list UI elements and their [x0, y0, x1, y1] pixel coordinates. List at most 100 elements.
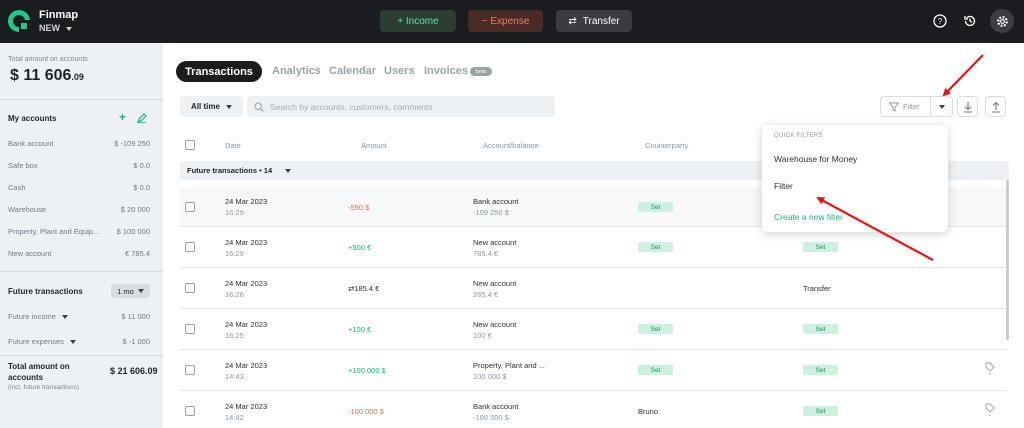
account-row[interactable]: New account € 785.4: [8, 249, 150, 263]
header-amount[interactable]: Amount: [361, 141, 387, 150]
account-value: $ 100 000: [116, 227, 150, 236]
select-all-checkbox[interactable]: [185, 140, 195, 150]
total-main: $ 11 606: [10, 67, 72, 84]
account-name: Cash: [8, 183, 26, 192]
transfer-button[interactable]: ⇄ Transfer: [556, 10, 632, 32]
account-value: $ 0.0: [133, 183, 150, 192]
menu-item-warehouse-for-money[interactable]: Warehouse for Money: [774, 154, 857, 164]
account-text: Bank account: [473, 402, 519, 411]
total-future-value: $ 21 606.09: [110, 366, 158, 376]
balance-text: -108 500 $: [473, 413, 509, 422]
menu-item-filter[interactable]: Filter: [774, 181, 793, 191]
row-checkbox[interactable]: [185, 283, 195, 293]
account-text: New account: [473, 238, 517, 247]
header-counterparty[interactable]: Counterparty: [645, 141, 688, 150]
row-checkbox[interactable]: [185, 242, 195, 252]
header-account[interactable]: Account/balance: [483, 141, 538, 150]
row-category: Transfer: [803, 284, 831, 293]
tab-analytics[interactable]: Analytics: [272, 65, 321, 77]
divider: [0, 271, 163, 272]
export-button[interactable]: [985, 96, 1006, 117]
table-row[interactable]: [180, 227, 1007, 268]
future-expenses-label: Future expenses: [8, 337, 64, 346]
row-checkbox[interactable]: [185, 324, 195, 334]
tab-transactions[interactable]: Transactions: [176, 61, 262, 82]
brand-name: Finmap: [39, 9, 79, 21]
filter-button-group: Filter: [880, 96, 953, 117]
counterparty-set-button[interactable]: Set: [638, 242, 673, 252]
tab-users[interactable]: Users: [384, 65, 415, 77]
account-name: New account: [8, 249, 52, 258]
my-accounts-heading: My accounts: [8, 114, 57, 123]
edit-icon[interactable]: [137, 113, 147, 123]
account-text: Bank account: [473, 197, 519, 206]
arrow-to-filter-dropdown: [942, 54, 984, 97]
expense-button[interactable]: − Expense: [468, 10, 543, 32]
table-row[interactable]: [180, 309, 1007, 350]
history-icon[interactable]: [960, 11, 980, 31]
category-set-button[interactable]: Set: [803, 406, 838, 416]
row-account: Bank account -109 250 $: [473, 196, 518, 218]
account-row[interactable]: Property, Plant and Equip... $ 100 000: [8, 227, 150, 241]
finmap-logo-icon[interactable]: [7, 9, 31, 33]
search-input[interactable]: [270, 101, 550, 112]
counterparty-set-button[interactable]: Set: [638, 365, 673, 375]
table-row[interactable]: [180, 391, 1007, 428]
period-dropdown[interactable]: All time: [180, 96, 243, 117]
row-amount: ⇄185.4 €: [348, 284, 380, 293]
divider: [0, 355, 163, 356]
row-account: Property, Plant and ... 100 000 $: [473, 360, 545, 382]
date-text: 24 Mar 2023: [225, 402, 268, 411]
time-text: 16:26: [225, 290, 244, 299]
tag-icon[interactable]: [985, 403, 995, 417]
category-set-button[interactable]: Set: [803, 365, 838, 375]
table-row[interactable]: [180, 350, 1007, 391]
filter-dropdown-toggle[interactable]: [931, 104, 952, 109]
import-button[interactable]: [957, 96, 978, 117]
total-future-label: Total amount on accounts: [8, 362, 70, 382]
account-text: Property, Plant and ...: [473, 361, 545, 370]
workspace-selector[interactable]: NEW: [39, 23, 72, 33]
period-select[interactable]: 1 mo: [111, 284, 150, 298]
account-row[interactable]: Cash $ 0.0: [8, 183, 150, 197]
add-account-icon[interactable]: +: [119, 110, 126, 124]
account-value: $ -109 250: [114, 139, 150, 148]
filter-button[interactable]: Filter: [881, 97, 931, 116]
row-checkbox[interactable]: [185, 406, 195, 416]
table-row[interactable]: [180, 268, 1007, 309]
upload-icon: [991, 101, 1000, 113]
account-name: Warehouse: [8, 205, 47, 214]
account-value: $ 20 000: [120, 205, 150, 214]
row-checkbox[interactable]: [185, 202, 195, 212]
period-label: All time: [191, 102, 220, 111]
row-checkbox[interactable]: [185, 365, 195, 375]
category-set-button[interactable]: Set: [803, 242, 838, 252]
income-button[interactable]: + Income: [380, 10, 456, 32]
chevron-down-icon: [938, 104, 945, 109]
table-scrollbar[interactable]: [1006, 180, 1009, 340]
time-text: 14:43: [225, 372, 244, 381]
counterparty-set-button[interactable]: Set: [638, 202, 673, 212]
date-text: 24 Mar 2023: [225, 320, 268, 329]
account-row[interactable]: Bank account $ -109 250: [8, 139, 150, 153]
account-row[interactable]: Safe box $ 0.0: [8, 161, 150, 175]
workspace-name: NEW: [39, 23, 60, 33]
tab-invoices[interactable]: Invoices: [424, 65, 468, 77]
tag-icon[interactable]: [985, 362, 995, 376]
category-set-button[interactable]: Set: [803, 324, 838, 334]
header-date[interactable]: Date: [225, 141, 241, 150]
create-filter-link[interactable]: Create a new filter: [774, 212, 843, 222]
svg-text:?: ?: [938, 17, 943, 26]
future-expenses-row[interactable]: Future expenses $ -1 000: [8, 337, 150, 351]
total-cents: .09: [71, 72, 84, 82]
account-name: Safe box: [8, 161, 38, 170]
help-icon[interactable]: ?: [930, 11, 950, 31]
settings-button[interactable]: [990, 9, 1014, 33]
counterparty-set-button[interactable]: Set: [638, 324, 673, 334]
tab-calendar[interactable]: Calendar: [329, 65, 376, 77]
transfer-label: Transfer: [582, 15, 620, 27]
income-label: + Income: [397, 15, 439, 27]
search-box[interactable]: [247, 96, 555, 117]
account-row[interactable]: Warehouse $ 20 000: [8, 205, 150, 219]
future-income-row[interactable]: Future income $ 11 000: [8, 312, 150, 326]
